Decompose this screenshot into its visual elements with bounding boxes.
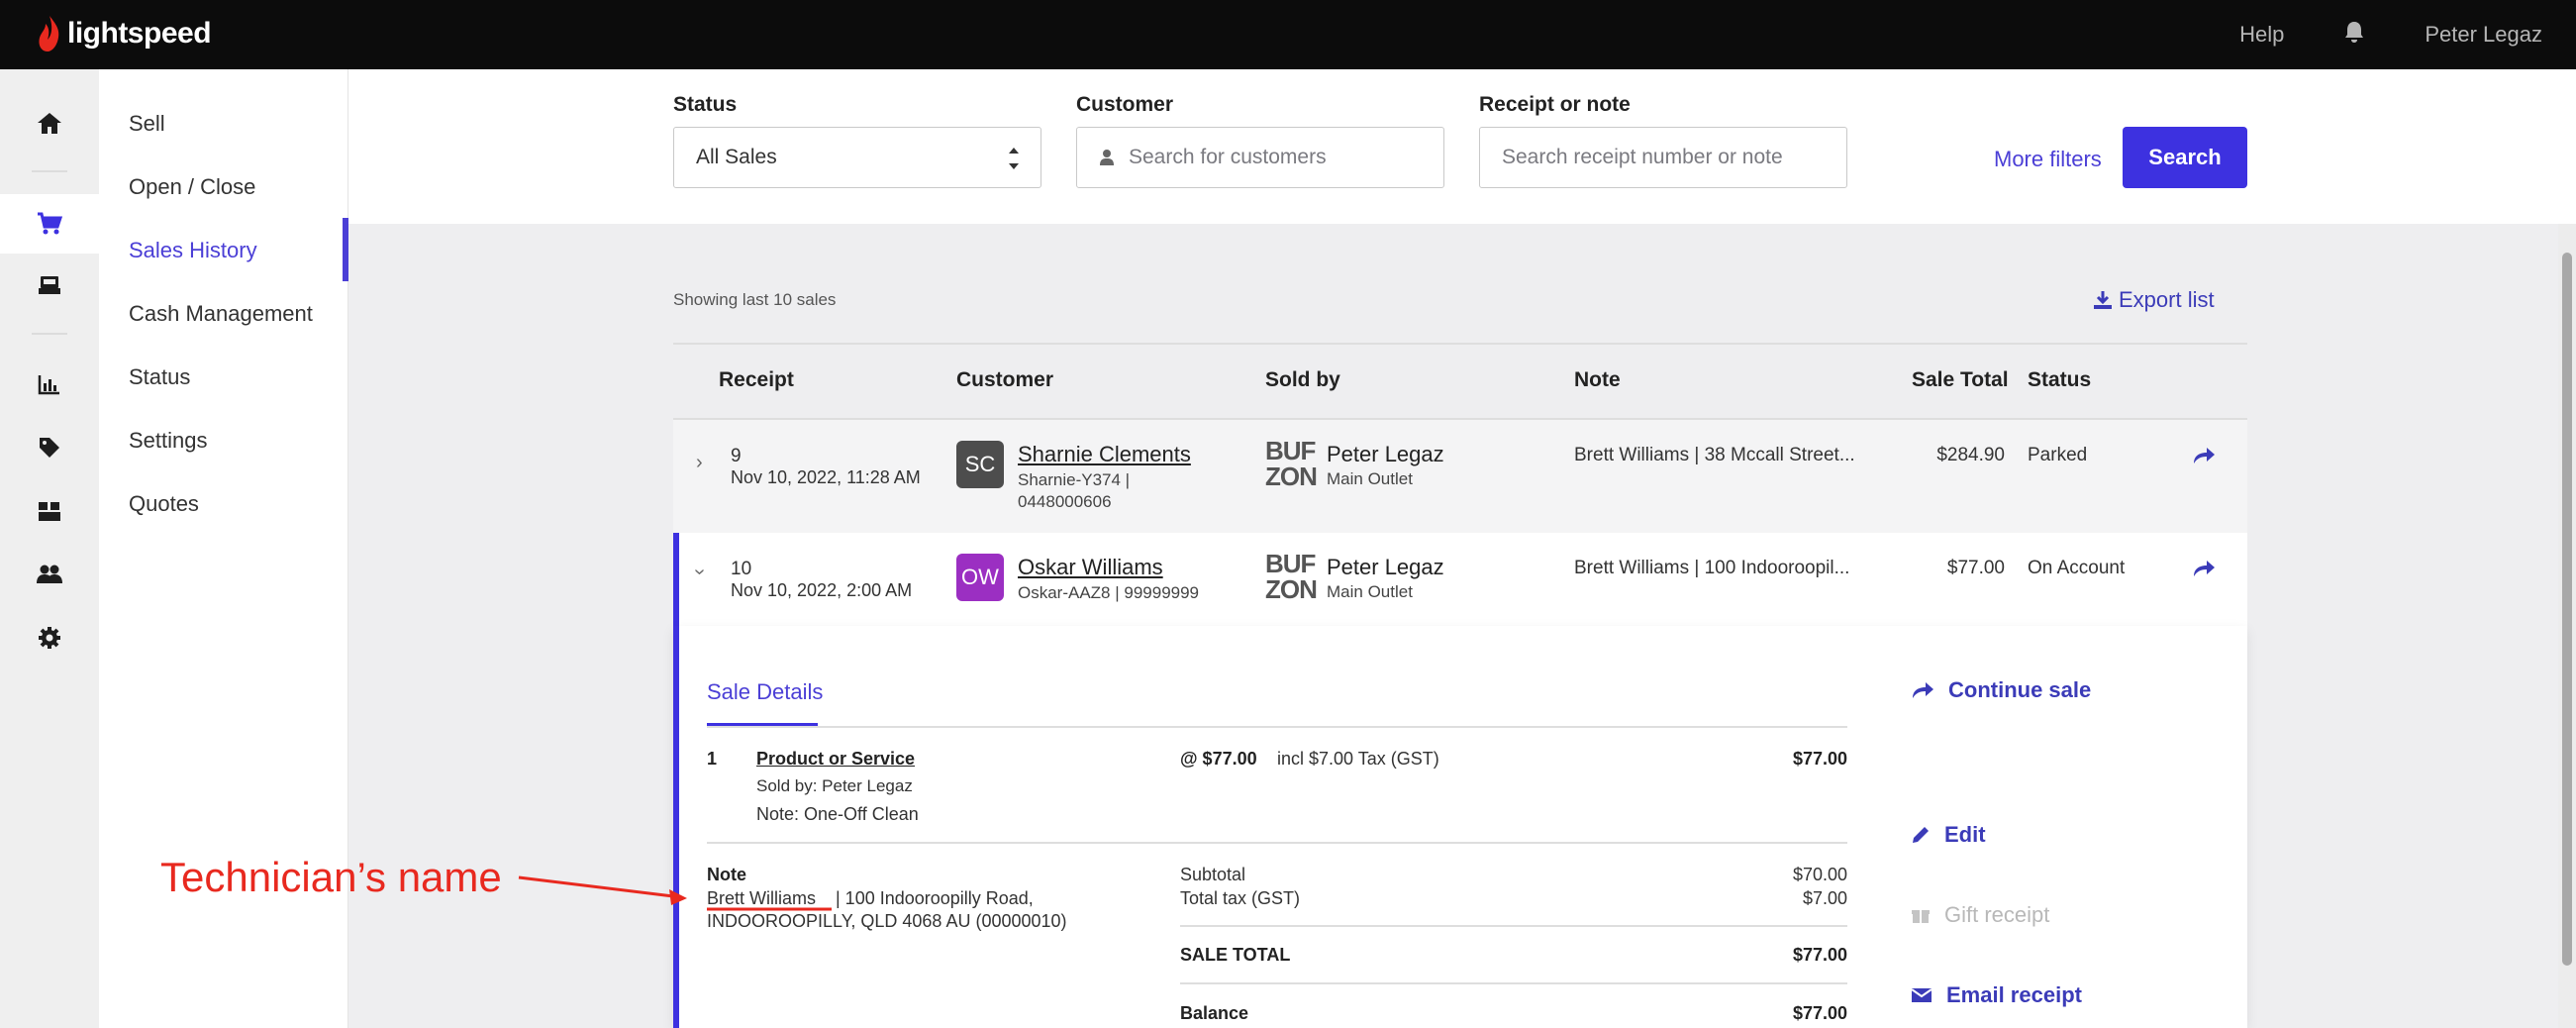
annotation-arrow [518, 875, 832, 911]
